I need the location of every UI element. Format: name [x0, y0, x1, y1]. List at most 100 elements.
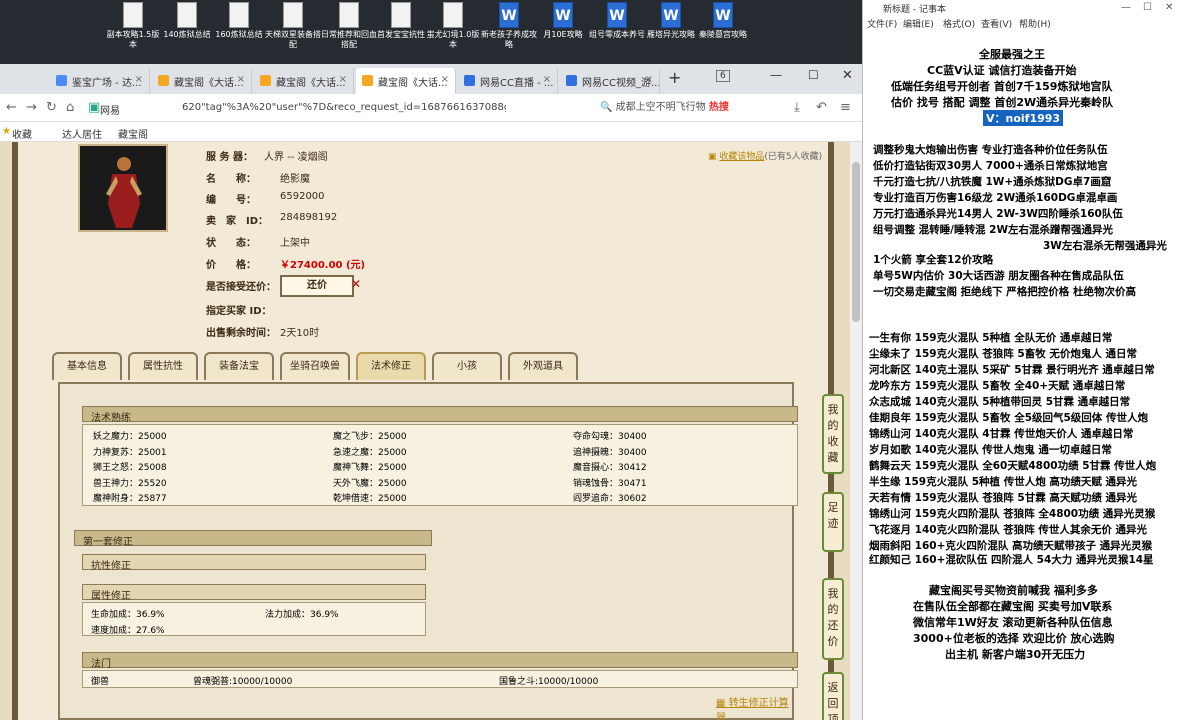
id-label: 编 号： — [206, 195, 256, 206]
detail-tab[interactable]: 属性抗性 — [128, 352, 198, 380]
notepad-line: 尘缘未了 159克火混队 苍狼阵 5畜牧 无价炮鬼人 通日常 — [869, 348, 1138, 360]
spell-panel: 法术熟练 妖之魔力：25000 魔之飞步：25000 夺命勾魂：30400 力神复苏：… — [58, 382, 798, 720]
notepad-line: 河北新区 140克土混队 5采矿 5甘霖 景行明光齐 通卓越日常 — [869, 364, 1155, 376]
tab-close-icon[interactable]: × — [441, 74, 449, 85]
desktop-file-icon[interactable]: 140炼狱总结 — [158, 2, 216, 50]
skill-cell: 魔之飞步：25000 — [333, 432, 407, 442]
maximize-icon[interactable]: ☐ — [808, 68, 819, 82]
minimize-icon[interactable]: — — [770, 68, 782, 82]
tab-close-icon[interactable]: × — [645, 74, 653, 85]
desktop-file-label: 秦陵墓宫攻略 — [699, 30, 747, 39]
desktop-file-icon[interactable]: W 月10E攻略 — [534, 2, 592, 50]
close-icon[interactable]: ✕ — [842, 68, 853, 83]
scroll-thumb[interactable] — [852, 162, 860, 322]
favorite-link[interactable]: ▣ 收藏该物品(已有5人收藏) — [708, 149, 822, 162]
detail-tab[interactable]: 坐骑召唤兽 — [280, 352, 350, 380]
notepad-line: 3000+位老板的选择 欢迎比价 放心选购 — [913, 632, 1115, 645]
tab-close-icon[interactable]: × — [339, 74, 347, 85]
back-icon[interactable]: ← — [6, 100, 17, 115]
side-btn-top[interactable]: 返回顶部 — [822, 672, 844, 720]
notepad-text[interactable]: 全服最强之王 CC蓝V认证 诚信打造装备开始 低端任务组号开创者 首创7千159炼狱… — [863, 32, 1182, 720]
bookmark-star-icon: ★ — [2, 126, 11, 137]
desktop-file-label: 首发宝宝抗性 — [377, 30, 425, 39]
word-file-icon: W — [713, 2, 733, 28]
desktop-file-icon[interactable]: W 秦陵墓宫攻略 — [694, 2, 752, 50]
desktop-file-icon[interactable]: 首发宝宝抗性 — [372, 2, 430, 50]
desktop-file-icon[interactable]: 天梯双星装备搭配 — [264, 2, 322, 50]
desktop-file-label: 蚩尤幻境1.0版本 — [426, 30, 480, 49]
bookmarks-bar: ★ 收藏 达人居住 藏宝阁 — [0, 122, 862, 142]
url-field[interactable]: 620"tag"%3A%20"user"%7D&reco_request_id=… — [176, 98, 506, 118]
page-content: ▣ 收藏该物品(已有5人收藏) 服 务 器： 人界 -- 凌烟阁 名 称： 绝影… — [0, 142, 850, 720]
fa-header: 法门 — [82, 652, 798, 670]
calc-link[interactable]: ▦ 转生修正计算器 — [716, 694, 792, 720]
side-btn-haggle[interactable]: 我的还价 — [822, 578, 844, 660]
text-file-icon — [339, 2, 359, 28]
home-icon[interactable]: ⌂ — [66, 100, 74, 115]
detail-tab[interactable]: 外观道具 — [508, 352, 578, 380]
tab-label: 鉴宝广场 - 达... — [72, 78, 142, 89]
undo-icon[interactable]: ↶ — [816, 100, 827, 115]
desktop-file-label: 组号零成本养号 — [589, 30, 645, 39]
notepad-line: 低价打造钻街双30男人 7000+通杀日常炼狱地宫 — [873, 160, 1108, 172]
browser-tab[interactable]: 鉴宝广场 - 达... × — [50, 68, 150, 94]
browser-tab[interactable]: 网易CC直播 - ... × — [458, 68, 558, 94]
np-minimize-icon[interactable]: — — [1121, 2, 1131, 13]
character-figure-icon — [106, 157, 142, 228]
tab-close-icon[interactable]: × — [135, 74, 143, 85]
tab-close-icon[interactable]: × — [237, 74, 245, 85]
status-label: 状 态： — [206, 238, 256, 249]
desktop-file-icon[interactable]: W 雁塔异光攻略 — [642, 2, 700, 50]
detail-tab[interactable]: 装备法宝 — [204, 352, 274, 380]
browser-tab[interactable]: 藏宝阁《大话... × — [254, 68, 354, 94]
notepad-line: 锦绣山河 159克火四阶混队 苍狼阵 全4800功绩 通异光灵猴 — [869, 508, 1156, 520]
desktop-file-icon[interactable]: 蚩尤幻境1.0版本 — [424, 2, 482, 50]
side-btn-favorites[interactable]: 我的收藏 — [822, 394, 844, 474]
status-value: 上架中 — [280, 238, 310, 249]
bookmark-item[interactable]: 藏宝阁 — [118, 126, 148, 141]
browser-tab[interactable]: 网易CC视频_游... × — [560, 68, 660, 94]
desktop-file-icon[interactable]: W 新老孩子养成攻略 — [480, 2, 538, 50]
item-panel: ▣ 收藏该物品(已有5人收藏) 服 务 器： 人界 -- 凌烟阁 名 称： 绝影… — [12, 142, 834, 720]
reload-icon[interactable]: ↻ — [46, 100, 57, 115]
notepad-line: 一切交易走藏宝阁 拒绝线下 严格把控价格 杜绝物次价高 — [873, 286, 1136, 298]
fa-col: 曾魂弼普:10000/10000 — [193, 677, 293, 687]
search-box[interactable]: 🔍 成都上空不明飞行物 热搜 — [600, 98, 729, 113]
notepad-menu-item[interactable]: 文件(F) — [867, 17, 897, 30]
np-close-icon[interactable]: ✕ — [1165, 2, 1173, 13]
haggle-close-icon[interactable]: ✕ — [351, 277, 361, 291]
desktop-file-icon[interactable]: W 组号零成本养号 — [588, 2, 646, 50]
notepad-menu-item[interactable]: 编辑(E) — [903, 17, 934, 30]
menu-icon[interactable]: ≡ — [840, 100, 851, 115]
tab-close-icon[interactable]: × — [543, 74, 551, 85]
notepad-line: 龙吟东方 159克火混队 5畜牧 全40+天赋 通卓越日常 — [869, 380, 1126, 392]
detail-tab[interactable]: 小孩 — [432, 352, 502, 380]
bookmark-item[interactable]: 收藏 — [12, 126, 32, 141]
name-label: 名 称： — [206, 174, 256, 185]
haggle-button[interactable]: 还价 — [280, 275, 354, 297]
browser-tab[interactable]: 藏宝阁《大话... × — [356, 68, 456, 94]
download-icon[interactable]: ⤓ — [794, 100, 800, 115]
skill-cell: 力神复苏：25001 — [93, 447, 167, 458]
browser-window: 6 + — ☐ ✕ 鉴宝广场 - 达... × 藏宝阁《大话... × 藏宝阁《大话..… — [0, 64, 862, 720]
detail-tab[interactable]: 法术修正 — [356, 352, 426, 380]
detail-tab[interactable]: 基本信息 — [52, 352, 122, 380]
new-tab-icon[interactable]: + — [668, 68, 681, 87]
forward-icon[interactable]: → — [26, 100, 37, 115]
desktop-file-label: 新老孩子养成攻略 — [481, 30, 537, 49]
browser-tab[interactable]: 藏宝阁《大话... × — [152, 68, 252, 94]
price-label: 价 格： — [206, 260, 256, 271]
side-btn-history[interactable]: 足迹 — [822, 492, 844, 552]
detail-tabs: 基本信息 属性抗性 装备法宝 坐骑召唤兽 法术修正 小孩 外观道具 — [18, 352, 838, 380]
bookmark-item[interactable]: 达人居住 — [62, 126, 102, 141]
np-maximize-icon[interactable]: ☐ — [1143, 2, 1152, 13]
search-text: 成都上空不明飞行物 — [615, 102, 706, 113]
desktop-file-icon[interactable]: 副本攻略1.5版本 — [104, 2, 162, 50]
notepad-menu-item[interactable]: 格式(O) — [943, 17, 975, 30]
page-scrollbar[interactable] — [850, 142, 862, 720]
desktop-file-icon[interactable]: 160炼狱总结 — [210, 2, 268, 50]
tab-count[interactable]: 6 — [716, 70, 730, 82]
notepad-menu-item[interactable]: 帮助(H) — [1019, 17, 1051, 30]
notepad-menu-item[interactable]: 查看(V) — [981, 17, 1012, 30]
desktop-file-icon[interactable]: 日常推荐和回血搭配 — [320, 2, 378, 50]
